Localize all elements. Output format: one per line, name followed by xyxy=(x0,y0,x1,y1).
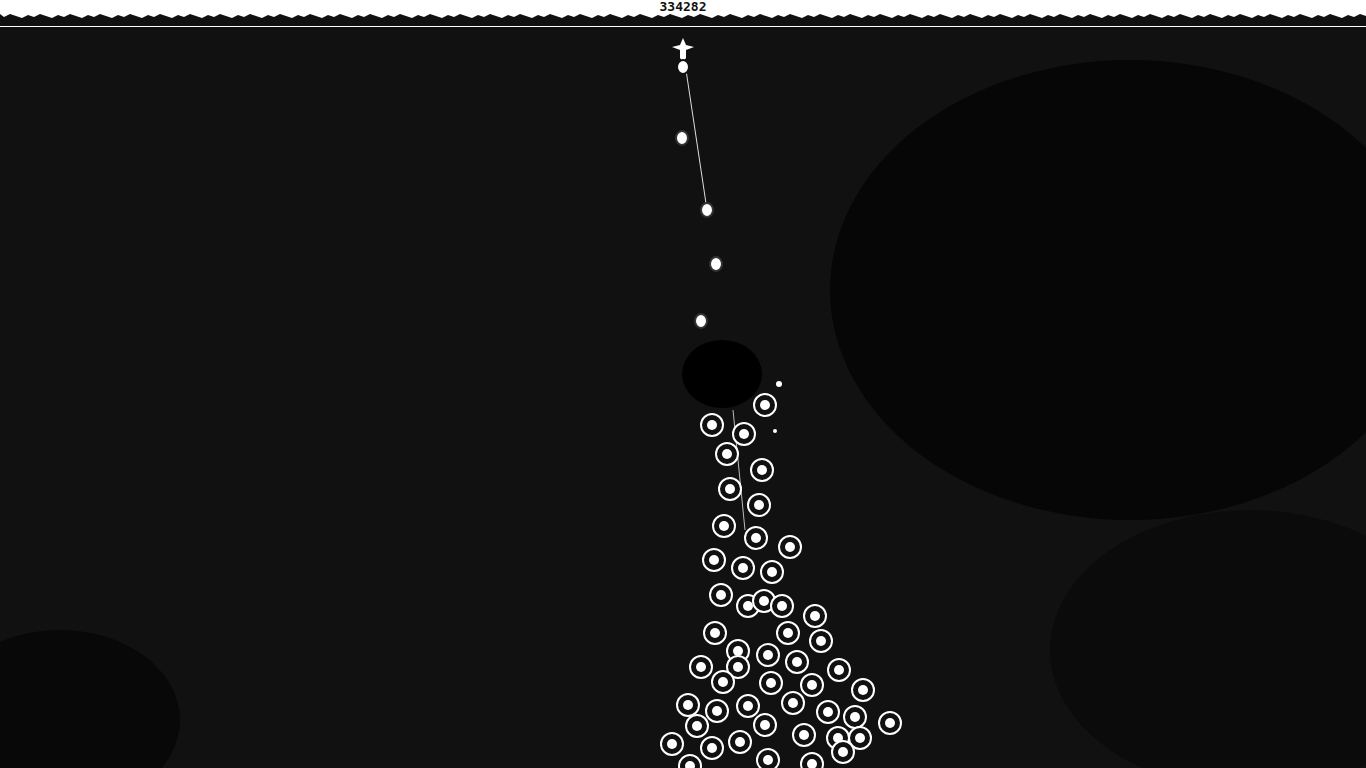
enemy-bullet xyxy=(777,622,799,644)
enemy-bullet xyxy=(719,478,741,500)
score-text: 334282 xyxy=(656,0,711,14)
enemy-bullet xyxy=(757,644,779,666)
enemy-bullet xyxy=(801,674,823,696)
enemy-bullet xyxy=(713,515,735,537)
enemy-bullet xyxy=(712,671,734,693)
enemy-bullet xyxy=(754,714,776,736)
explosion-blob xyxy=(682,340,762,408)
enemy-bullet xyxy=(701,737,723,759)
enemy-bullet xyxy=(793,724,815,746)
hud-bar: 334282 xyxy=(0,0,1366,28)
game-screen: 334282 xyxy=(0,0,1366,768)
enemy-bullet xyxy=(729,731,751,753)
enemy-bullet xyxy=(804,605,826,627)
enemy-bullet xyxy=(832,741,854,763)
enemy-bullet xyxy=(760,672,782,694)
enemy-bullet xyxy=(661,733,683,755)
enemy-bullet xyxy=(782,692,804,714)
enemy-bullet xyxy=(761,561,783,583)
player-shot xyxy=(695,314,707,328)
player-shot xyxy=(701,203,713,217)
enemy-bullet xyxy=(801,753,823,768)
enemy-bullet xyxy=(771,595,793,617)
enemy-bullet xyxy=(745,527,767,549)
enemy-bullet xyxy=(844,706,866,728)
enemy-bullet xyxy=(817,701,839,723)
enemy-bullet xyxy=(748,494,770,516)
enemy-bullet xyxy=(779,536,801,558)
enemy-bullet xyxy=(733,423,755,445)
enemy-bullet xyxy=(710,584,732,606)
enemy-bullet xyxy=(686,715,708,737)
enemy-bullet xyxy=(810,630,832,652)
enemy-bullet xyxy=(828,659,850,681)
enemy-bullet xyxy=(716,443,738,465)
enemy-bullet xyxy=(690,656,712,678)
enemy-bullet xyxy=(754,394,776,416)
enemy-bullet xyxy=(737,695,759,717)
enemy-bullet xyxy=(757,749,779,768)
enemy-bullet xyxy=(852,679,874,701)
player-shot xyxy=(710,257,722,271)
enemy-bullet xyxy=(786,651,808,673)
enemy-bullet xyxy=(879,712,901,734)
player-ship-icon xyxy=(672,38,694,74)
enemy-bullet xyxy=(751,459,773,481)
enemy-bullet xyxy=(704,622,726,644)
player-shot xyxy=(676,131,688,145)
enemy-bullet xyxy=(679,755,701,768)
play-field xyxy=(0,28,1366,768)
enemy-bullet xyxy=(677,694,699,716)
enemy-bullet xyxy=(701,414,723,436)
enemy-bullet xyxy=(732,557,754,579)
enemy-bullet xyxy=(703,549,725,571)
enemy-bullet xyxy=(706,700,728,722)
